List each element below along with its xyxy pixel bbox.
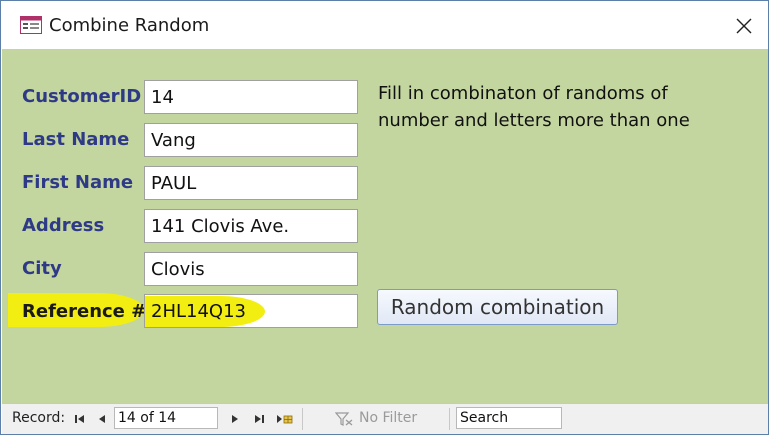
instruction-note: Fill in combinaton of randoms of number …: [378, 83, 690, 131]
address-label: Address: [22, 215, 105, 236]
form-body: CustomerID 14 Last Name Vang First Name …: [2, 49, 768, 403]
no-filter-button[interactable]: No Filter: [359, 410, 417, 426]
reference-field[interactable]: 2HL14Q13: [144, 294, 358, 328]
current-record-field[interactable]: 14 of 14: [114, 407, 218, 429]
window: Combine Random CustomerID 14 Last Name V…: [0, 0, 769, 435]
window-title: Combine Random: [49, 15, 210, 36]
customerid-label: CustomerID: [22, 86, 142, 107]
nav-separator: [449, 408, 450, 430]
record-label: Record:: [12, 410, 66, 426]
first-record-icon[interactable]: [74, 412, 86, 425]
search-input[interactable]: Search: [456, 407, 562, 429]
last-name-field[interactable]: Vang: [144, 123, 358, 157]
close-button[interactable]: [722, 8, 766, 44]
nav-separator: [302, 408, 303, 430]
record-navigation-bar: Record: 14 of 14 No Filter Search: [2, 403, 768, 434]
next-record-icon[interactable]: [229, 412, 241, 425]
filter-icon: [335, 411, 353, 426]
reference-value: 2HL14Q13: [151, 301, 246, 322]
first-name-field[interactable]: PAUL: [144, 166, 358, 200]
address-field[interactable]: 141 Clovis Ave.: [144, 209, 358, 243]
last-name-label: Last Name: [22, 129, 130, 150]
reference-label: Reference #: [22, 301, 147, 322]
new-record-icon[interactable]: [276, 412, 294, 425]
first-name-label: First Name: [22, 172, 134, 193]
city-field[interactable]: Clovis: [144, 252, 358, 286]
random-combination-button[interactable]: Random combination: [377, 289, 618, 325]
city-label: City: [22, 258, 62, 279]
close-icon: [736, 18, 752, 34]
previous-record-icon[interactable]: [96, 412, 108, 425]
title-bar: Combine Random: [2, 2, 768, 49]
form-icon: [20, 16, 42, 34]
last-record-icon[interactable]: [253, 412, 265, 425]
customerid-field[interactable]: 14: [144, 80, 358, 114]
